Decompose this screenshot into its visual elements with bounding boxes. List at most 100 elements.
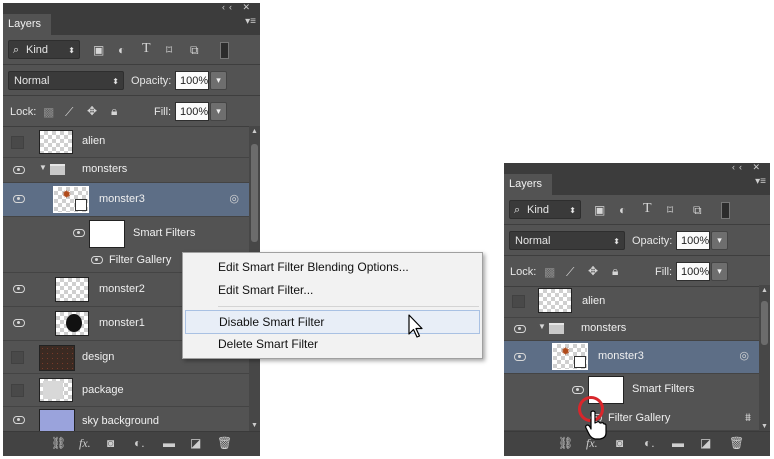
monster-silhouette-icon bbox=[66, 314, 82, 332]
blend-mode-select[interactable]: Normal ⬍ bbox=[8, 71, 124, 90]
filter-toggle-switch[interactable] bbox=[220, 42, 229, 59]
visibility-toggle-off[interactable] bbox=[11, 136, 24, 149]
scrollbar-thumb[interactable] bbox=[761, 301, 768, 345]
new-group-folder-icon[interactable]: ▬ bbox=[163, 436, 175, 450]
filter-blending-options-icon[interactable]: ⩩ bbox=[745, 412, 751, 425]
scroll-down-icon[interactable]: ▼ bbox=[761, 423, 768, 430]
fill-dropdown-button[interactable]: ▾ bbox=[210, 102, 227, 121]
scrollbar-thumb[interactable] bbox=[251, 144, 258, 242]
layer-sky-background[interactable]: sky background bbox=[3, 407, 249, 433]
new-group-folder-icon[interactable]: ▬ bbox=[672, 436, 684, 450]
filter-kind-select[interactable]: ⌕ Kind ⬍ bbox=[8, 40, 80, 59]
eye-icon[interactable] bbox=[91, 256, 103, 264]
new-layer-icon[interactable]: ◪ bbox=[190, 436, 201, 450]
disclosure-triangle-icon[interactable]: ▼ bbox=[538, 322, 546, 331]
layers-scrollbar[interactable]: ▲ ▼ bbox=[759, 285, 770, 432]
adjustment-layer-icon[interactable]: ◐. bbox=[644, 436, 655, 450]
lock-all-icon[interactable]: 🔒︎ bbox=[111, 104, 117, 118]
eye-icon[interactable] bbox=[514, 325, 526, 333]
eye-icon[interactable] bbox=[73, 229, 85, 237]
search-icon: ⌕ bbox=[13, 44, 20, 56]
eye-icon[interactable] bbox=[13, 285, 25, 293]
menu-item-delete-smart-filter[interactable]: Delete Smart Filter bbox=[185, 333, 480, 355]
layer-group-monsters[interactable]: ▼ monsters bbox=[504, 318, 759, 341]
lock-position-move-icon[interactable]: ✥ bbox=[588, 264, 598, 278]
menu-item-edit-blending-options[interactable]: Edit Smart Filter Blending Options... bbox=[185, 256, 480, 278]
layer-group-monsters[interactable]: ▼ monsters bbox=[3, 158, 249, 183]
visibility-toggle-off[interactable] bbox=[11, 351, 24, 364]
eye-icon[interactable] bbox=[13, 319, 25, 327]
visibility-toggle-off[interactable] bbox=[512, 295, 525, 308]
panel-menu-icon[interactable]: ▾≡ bbox=[755, 176, 766, 187]
opacity-dropdown-button[interactable]: ▾ bbox=[210, 71, 227, 90]
layer-mask-icon[interactable]: ◙ bbox=[616, 436, 623, 450]
panel-controls[interactable]: ‹‹ ✕ bbox=[732, 163, 764, 173]
layer-package[interactable]: package bbox=[3, 374, 249, 407]
opacity-dropdown-button[interactable]: ▾ bbox=[711, 231, 728, 250]
scroll-up-icon[interactable]: ▲ bbox=[251, 128, 258, 135]
lock-transparent-icon[interactable]: ▩ bbox=[544, 265, 555, 279]
layer-mask-icon[interactable]: ◙ bbox=[107, 436, 114, 450]
lock-label: Lock: bbox=[510, 266, 537, 278]
shape-layer-filter-icon[interactable]: ⌑ bbox=[667, 203, 673, 217]
opacity-input[interactable]: 100% bbox=[175, 71, 209, 90]
smart-object-filter-icon[interactable]: ⧉ bbox=[693, 203, 702, 217]
layer-monster3[interactable]: ✹ monster3 ◎ bbox=[3, 183, 249, 217]
link-layers-icon[interactable]: ⛓ bbox=[558, 436, 573, 450]
blend-mode-select[interactable]: Normal ⬍ bbox=[509, 231, 625, 250]
fill-input[interactable]: 100% bbox=[175, 102, 209, 121]
eye-icon[interactable] bbox=[514, 353, 526, 361]
filter-kind-select[interactable]: ⌕ Kind ⬍ bbox=[509, 200, 581, 219]
tab-row: Layers ▾≡ bbox=[3, 14, 260, 35]
filter-toggle-switch[interactable] bbox=[721, 202, 730, 219]
adjustment-layer-filter-icon[interactable]: ◐ bbox=[118, 43, 125, 57]
lock-all-icon[interactable]: 🔒︎ bbox=[612, 264, 618, 278]
trash-icon[interactable]: 🗑︎ bbox=[217, 436, 232, 450]
eye-icon[interactable] bbox=[572, 386, 584, 394]
layer-alien[interactable]: alien bbox=[3, 126, 249, 158]
adjustment-layer-icon[interactable]: ◐. bbox=[134, 436, 145, 450]
disclosure-triangle-icon[interactable]: ▼ bbox=[39, 163, 47, 172]
hand-pointer-icon bbox=[585, 410, 607, 440]
eye-icon[interactable] bbox=[13, 416, 25, 424]
fill-dropdown-button[interactable]: ▾ bbox=[711, 262, 728, 281]
layer-alien[interactable]: alien bbox=[504, 285, 759, 318]
smart-filters-row[interactable]: Smart Filters bbox=[3, 217, 249, 250]
layers-panel-right: ‹‹ ✕ Layers ▾≡ ⌕ Kind ⬍ ▣ ◐ T ⌑ ⧉ Normal… bbox=[504, 163, 770, 456]
layer-thumbnail bbox=[538, 288, 572, 313]
lock-transparent-icon[interactable]: ▩ bbox=[43, 105, 54, 119]
tab-layers[interactable]: Layers bbox=[3, 14, 52, 35]
opacity-input[interactable]: 100% bbox=[676, 231, 710, 250]
scroll-down-icon[interactable]: ▼ bbox=[251, 422, 258, 429]
pixel-layer-filter-icon[interactable]: ▣ bbox=[93, 43, 104, 57]
chevron-updown-icon: ⬍ bbox=[68, 46, 75, 55]
panel-controls[interactable]: ‹‹ ✕ bbox=[222, 3, 254, 13]
pixel-layer-filter-icon[interactable]: ▣ bbox=[594, 203, 605, 217]
link-layers-icon[interactable]: ⛓ bbox=[51, 436, 66, 450]
trash-icon[interactable]: 🗑︎ bbox=[729, 436, 744, 450]
tab-layers[interactable]: Layers bbox=[504, 174, 553, 195]
lock-image-brush-icon[interactable]: ⟋ bbox=[65, 105, 73, 119]
smart-object-filter-icon[interactable]: ⧉ bbox=[190, 43, 199, 57]
fill-input[interactable]: 100% bbox=[676, 262, 710, 281]
eye-icon[interactable] bbox=[13, 166, 25, 174]
lock-image-brush-icon[interactable]: ⟋ bbox=[566, 265, 574, 279]
fx-icon[interactable]: fx. bbox=[79, 436, 91, 451]
scroll-up-icon[interactable]: ▲ bbox=[761, 287, 768, 294]
filter-gallery-row[interactable]: Filter Gallery ⩩ bbox=[504, 406, 759, 431]
shape-layer-filter-icon[interactable]: ⌑ bbox=[166, 43, 172, 57]
layer-monster3[interactable]: ✹ monster3 ◎ bbox=[504, 341, 759, 374]
menu-item-edit-smart-filter[interactable]: Edit Smart Filter... bbox=[185, 279, 480, 301]
new-layer-icon[interactable]: ◪ bbox=[700, 436, 711, 450]
type-layer-filter-icon[interactable]: T bbox=[142, 42, 151, 56]
filter-gallery-label: Filter Gallery bbox=[608, 412, 671, 424]
panel-menu-icon[interactable]: ▾≡ bbox=[245, 16, 256, 27]
lock-label: Lock: bbox=[10, 106, 37, 118]
lock-position-move-icon[interactable]: ✥ bbox=[87, 104, 97, 118]
type-layer-filter-icon[interactable]: T bbox=[643, 202, 652, 216]
menu-item-disable-smart-filter[interactable]: Disable Smart Filter bbox=[185, 310, 480, 334]
visibility-toggle-off[interactable] bbox=[11, 384, 24, 397]
adjustment-layer-filter-icon[interactable]: ◐ bbox=[619, 203, 626, 217]
eye-icon[interactable] bbox=[13, 195, 25, 203]
smart-filters-row[interactable]: Smart Filters bbox=[504, 374, 759, 406]
